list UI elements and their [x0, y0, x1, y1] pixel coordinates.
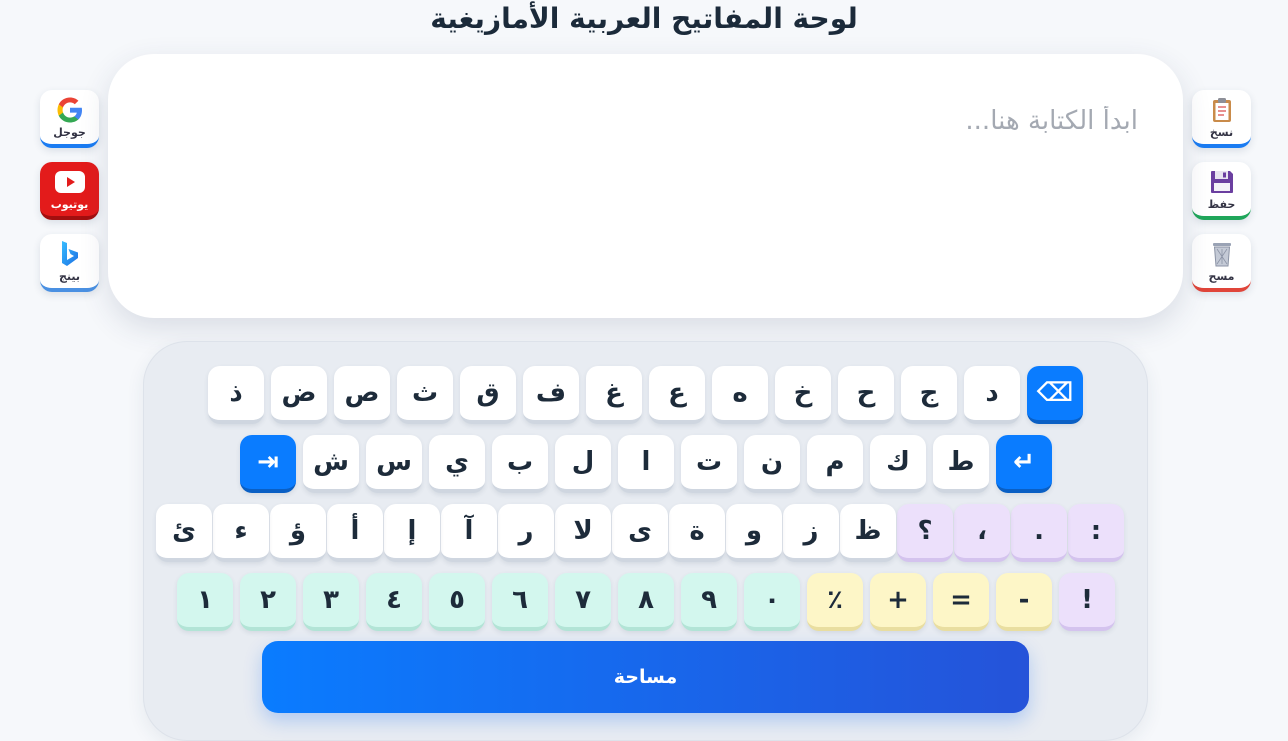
keyboard-row-3: ئ ء ؤ أ إ آ ر لا ى ة و ز ظ ؟ ، . :: [156, 504, 1124, 562]
floppy-disk-icon: [1209, 167, 1235, 197]
key[interactable]: .: [1011, 504, 1067, 562]
key[interactable]: ث: [397, 366, 453, 424]
backspace-key[interactable]: ⌫: [1027, 366, 1083, 424]
key[interactable]: لا: [555, 504, 611, 562]
key[interactable]: ٪: [807, 573, 863, 631]
key[interactable]: آ: [441, 504, 497, 562]
key[interactable]: ن: [744, 435, 800, 493]
key[interactable]: ئ: [156, 504, 212, 562]
youtube-label: يوتيوب: [50, 198, 89, 211]
key[interactable]: ل: [555, 435, 611, 493]
key[interactable]: ز: [783, 504, 839, 562]
key[interactable]: ء: [213, 504, 269, 562]
key[interactable]: ٠: [744, 573, 800, 631]
bing-button[interactable]: بينج: [40, 234, 99, 292]
copy-button[interactable]: نسخ: [1192, 90, 1251, 148]
key[interactable]: ٣: [303, 573, 359, 631]
key[interactable]: د: [964, 366, 1020, 424]
key[interactable]: ب: [492, 435, 548, 493]
key[interactable]: ٤: [366, 573, 422, 631]
keyboard-row-1: ذ ض ص ث ق ف غ ع ه خ ح ج د ⌫: [208, 366, 1083, 424]
key[interactable]: ف: [523, 366, 579, 424]
tab-key[interactable]: ⇥: [240, 435, 296, 493]
key[interactable]: ٨: [618, 573, 674, 631]
key[interactable]: ؟: [897, 504, 953, 562]
text-editor-card: [108, 54, 1183, 318]
key[interactable]: :: [1068, 504, 1124, 562]
key[interactable]: ٥: [429, 573, 485, 631]
bing-icon: [57, 239, 83, 269]
google-label: جوجل: [53, 126, 86, 139]
key[interactable]: ٢: [240, 573, 296, 631]
key[interactable]: ك: [870, 435, 926, 493]
key[interactable]: =: [933, 573, 989, 631]
copy-label: نسخ: [1209, 126, 1234, 139]
key[interactable]: ط: [933, 435, 989, 493]
page-title: لوحة المفاتيح العربية الأمازيغية: [430, 2, 858, 35]
key[interactable]: ظ: [840, 504, 896, 562]
key[interactable]: ذ: [208, 366, 264, 424]
key[interactable]: ى: [612, 504, 668, 562]
key[interactable]: أ: [327, 504, 383, 562]
keyboard-row-4: ١ ٢ ٣ ٤ ٥ ٦ ٧ ٨ ٩ ٠ ٪ + = - !: [177, 573, 1115, 631]
key[interactable]: ٦: [492, 573, 548, 631]
youtube-button[interactable]: يوتيوب: [40, 162, 99, 220]
google-button[interactable]: جوجل: [40, 90, 99, 148]
key[interactable]: ٩: [681, 573, 737, 631]
clear-label: مسح: [1208, 270, 1235, 283]
space-key[interactable]: مساحة: [262, 641, 1029, 713]
key[interactable]: إ: [384, 504, 440, 562]
key[interactable]: ؤ: [270, 504, 326, 562]
key[interactable]: ٧: [555, 573, 611, 631]
key[interactable]: س: [366, 435, 422, 493]
key[interactable]: ت: [681, 435, 737, 493]
key[interactable]: و: [726, 504, 782, 562]
key[interactable]: م: [807, 435, 863, 493]
key[interactable]: ة: [669, 504, 725, 562]
save-button[interactable]: حفظ: [1192, 162, 1251, 220]
key[interactable]: ح: [838, 366, 894, 424]
key[interactable]: ١: [177, 573, 233, 631]
key[interactable]: ج: [901, 366, 957, 424]
text-input[interactable]: [148, 106, 1138, 296]
bing-label: بينج: [58, 270, 81, 283]
key[interactable]: !: [1059, 573, 1115, 631]
key[interactable]: خ: [775, 366, 831, 424]
key[interactable]: ا: [618, 435, 674, 493]
key[interactable]: ه: [712, 366, 768, 424]
trash-icon: [1210, 239, 1234, 269]
key[interactable]: +: [870, 573, 926, 631]
key[interactable]: -: [996, 573, 1052, 631]
clear-button[interactable]: مسح: [1192, 234, 1251, 292]
google-icon: [55, 95, 85, 125]
key[interactable]: ي: [429, 435, 485, 493]
key[interactable]: ،: [954, 504, 1010, 562]
enter-key[interactable]: ↵: [996, 435, 1052, 493]
key[interactable]: ص: [334, 366, 390, 424]
clipboard-icon: [1209, 95, 1235, 125]
key[interactable]: ع: [649, 366, 705, 424]
save-label: حفظ: [1207, 198, 1236, 211]
key[interactable]: غ: [586, 366, 642, 424]
keyboard-row-2: ⇥ ش س ي ب ل ا ت ن م ك ط ↵: [240, 435, 1052, 493]
key[interactable]: ق: [460, 366, 516, 424]
key[interactable]: ش: [303, 435, 359, 493]
youtube-icon: [54, 167, 86, 197]
key[interactable]: ض: [271, 366, 327, 424]
key[interactable]: ر: [498, 504, 554, 562]
